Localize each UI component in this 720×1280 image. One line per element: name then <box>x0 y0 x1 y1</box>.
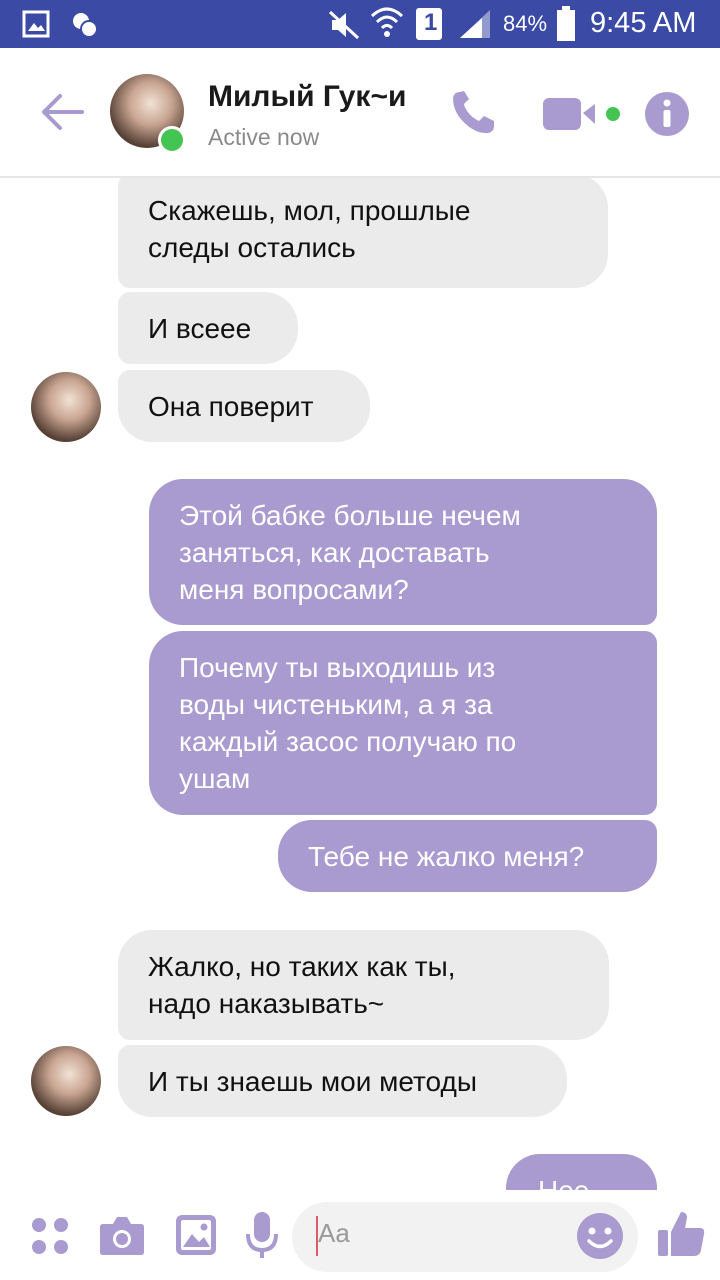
video-icon[interactable] <box>543 96 623 134</box>
incoming-message[interactable]: Скажешь, мол, прошлые следы остались <box>118 178 608 288</box>
chat-header: Милый Гук~и Active now <box>0 48 720 178</box>
image-icon[interactable] <box>175 1214 217 1256</box>
message-line: Этой бабке больше нечем <box>179 500 521 531</box>
phone-icon[interactable] <box>448 88 498 138</box>
message-line: каждый засос получаю по <box>179 726 517 757</box>
message-thread[interactable]: Скажешь, мол, прошлые следы остались И в… <box>0 178 720 1190</box>
emoji-icon[interactable] <box>576 1212 624 1260</box>
message-input-placeholder: Aa <box>318 1218 350 1248</box>
message-line: Она поверит <box>148 391 314 422</box>
mic-icon[interactable] <box>244 1210 280 1260</box>
incoming-message[interactable]: И ты знаешь мои методы <box>118 1045 567 1117</box>
back-arrow-icon[interactable] <box>38 88 86 136</box>
message-line: Тебе не жалко меня? <box>308 841 585 872</box>
incoming-message[interactable]: Она поверит <box>118 370 370 442</box>
online-indicator <box>158 126 186 154</box>
contact-name[interactable]: Милый Гук~и <box>208 80 406 114</box>
contact-avatar-small[interactable] <box>31 1046 101 1116</box>
notification-icon <box>73 13 98 38</box>
incoming-message[interactable]: Жалко, но таких как ты, надо наказывать~ <box>118 930 609 1040</box>
composer-bar: Aa <box>0 1190 720 1280</box>
battery-percent: 84% <box>503 11 548 36</box>
gallery-icon <box>22 10 50 38</box>
message-line: Нее... <box>538 1172 627 1190</box>
wifi-icon <box>370 7 404 37</box>
message-line: ушам <box>179 763 251 794</box>
message-line: Почему ты выходишь из <box>179 652 496 683</box>
incoming-message[interactable]: И всеее <box>118 292 298 364</box>
signal-icon <box>460 10 490 38</box>
outgoing-message[interactable]: Нее... <box>506 1154 657 1190</box>
message-line: И ты знаешь мои методы <box>148 1066 477 1097</box>
outgoing-message[interactable]: Почему ты выходишь из воды чистеньким, а… <box>149 631 657 815</box>
message-line: заняться, как доставать <box>179 537 490 568</box>
thumbs-up-icon[interactable] <box>656 1208 706 1258</box>
sim-number: 1 <box>424 9 438 36</box>
message-line: Скажешь, мол, прошлые <box>148 195 471 226</box>
message-line: надо наказывать~ <box>148 988 385 1019</box>
battery-icon <box>557 6 575 41</box>
mute-icon <box>328 10 360 40</box>
camera-icon[interactable] <box>99 1214 145 1256</box>
apps-icon[interactable] <box>30 1216 70 1256</box>
message-line: воды чистеньким, а я за <box>179 689 493 720</box>
message-line: И всеее <box>148 313 252 344</box>
message-line: Жалко, но таких как ты, <box>148 951 456 982</box>
outgoing-message[interactable]: Этой бабке больше нечем заняться, как до… <box>149 479 657 625</box>
outgoing-message[interactable]: Тебе не жалко меня? <box>278 820 657 892</box>
active-status: Active now <box>208 124 320 150</box>
sim-icon: 1 <box>416 8 442 40</box>
message-line: меня вопросами? <box>179 574 409 605</box>
message-line: следы остались <box>148 232 356 263</box>
contact-avatar-small[interactable] <box>31 372 101 442</box>
status-bar: 1 84% 9:45 AM <box>0 0 720 48</box>
clock: 9:45 AM <box>590 7 697 39</box>
info-icon[interactable] <box>644 91 690 137</box>
